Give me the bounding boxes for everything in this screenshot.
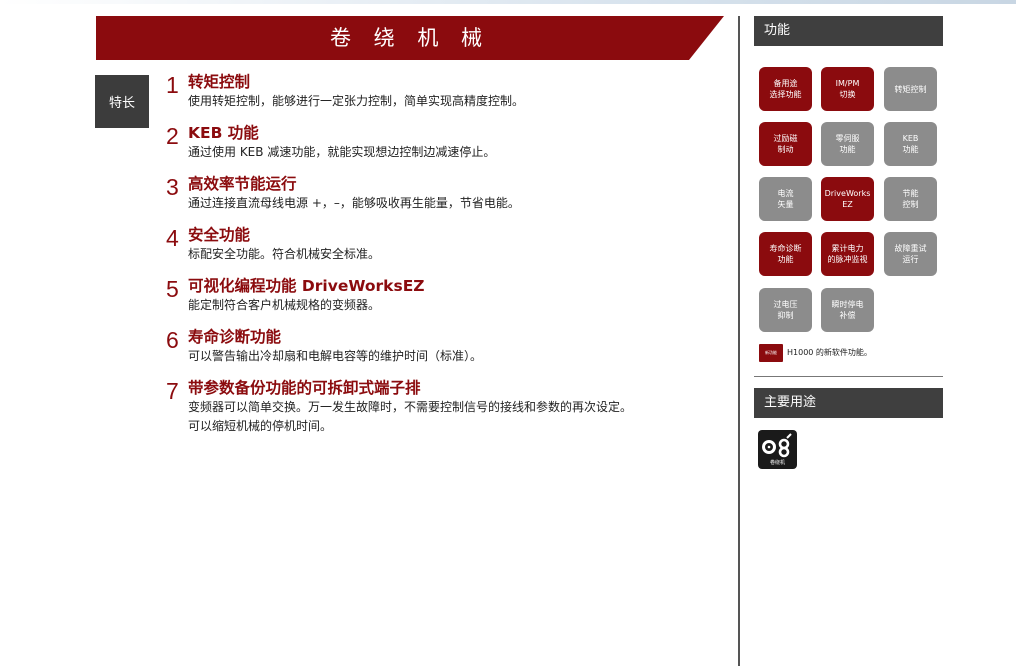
function-tile: 故障重试 运行 bbox=[884, 232, 937, 276]
feature-description: 可以警告输出冷却扇和电解电容等的维护时间（标准）。 bbox=[188, 349, 483, 363]
feature-item: 3 高效率节能运行 通过连接直流母线电源 +，–，能够吸收再生能量，节省电能。 bbox=[166, 174, 706, 213]
feature-tag: 特长 bbox=[95, 75, 149, 128]
feature-number: 7 bbox=[166, 378, 179, 404]
feature-title: KEB 功能 bbox=[188, 124, 259, 142]
function-tile: KEB 功能 bbox=[884, 122, 937, 166]
feature-title: 可视化编程功能 DriveWorksEZ bbox=[188, 277, 425, 295]
top-edge-line bbox=[0, 0, 1016, 4]
feature-number: 4 bbox=[166, 225, 179, 251]
function-tile: 节能 控制 bbox=[884, 177, 937, 221]
feature-item: 5 可视化编程功能 DriveWorksEZ 能定制符合客户机械规格的变频器。 bbox=[166, 276, 706, 315]
function-tile: 转矩控制 bbox=[884, 67, 937, 111]
function-tile: 电流 矢量 bbox=[759, 177, 812, 221]
feature-title: 寿命诊断功能 bbox=[188, 328, 282, 346]
function-tile: 过励磁 制动 bbox=[759, 122, 812, 166]
applications-header: 主要用途 bbox=[754, 388, 943, 418]
function-tile: DriveWorks EZ bbox=[821, 177, 874, 221]
feature-description: 通过连接直流母线电源 +，–，能够吸收再生能量，节省电能。 bbox=[188, 196, 520, 210]
winder-label: 卷绕机 bbox=[769, 460, 785, 466]
sidebar-rule bbox=[754, 376, 943, 377]
feature-item: 1 转矩控制 使用转矩控制，能够进行一定张力控制，简单实现高精度控制。 bbox=[166, 72, 706, 111]
feature-item: 7 带参数备份功能的可拆卸式端子排 变频器可以简单交换。万一发生故障时，不需要控… bbox=[166, 378, 706, 436]
feature-title: 带参数备份功能的可拆卸式端子排 bbox=[188, 379, 421, 397]
feature-number: 6 bbox=[166, 327, 179, 353]
feature-list: 1 转矩控制 使用转矩控制，能够进行一定张力控制，简单实现高精度控制。 2 KE… bbox=[166, 72, 706, 448]
feature-description: 使用转矩控制，能够进行一定张力控制，简单实现高精度控制。 bbox=[188, 94, 525, 108]
feature-description: 标配安全功能。符合机械安全标准。 bbox=[188, 247, 381, 261]
feature-number: 2 bbox=[166, 123, 179, 149]
function-tile: 备用途 选择功能 bbox=[759, 67, 812, 111]
function-tile: 寿命诊断 功能 bbox=[759, 232, 812, 276]
page-title: 卷 绕 机 械 bbox=[329, 26, 491, 50]
feature-description: 能定制符合客户机械规格的变频器。 bbox=[188, 298, 381, 312]
feature-item: 4 安全功能 标配安全功能。符合机械安全标准。 bbox=[166, 225, 706, 264]
feature-title: 高效率节能运行 bbox=[188, 175, 297, 193]
feature-title: 安全功能 bbox=[188, 226, 251, 244]
function-tile: 累计电力 的脉冲监视 bbox=[821, 232, 874, 276]
feature-number: 1 bbox=[166, 72, 179, 98]
feature-number: 3 bbox=[166, 174, 179, 200]
function-tile: 零伺服 功能 bbox=[821, 122, 874, 166]
functions-header: 功能 bbox=[754, 16, 943, 46]
column-divider bbox=[738, 16, 740, 666]
function-tile: IM/PM 切换 bbox=[821, 67, 874, 111]
function-tile: 瞬时停电 补偿 bbox=[821, 288, 874, 332]
feature-description: 变频器可以简单交换。万一发生故障时，不需要控制信号的接线和参数的再次设定。 bbox=[188, 400, 633, 414]
feature-item: 6 寿命诊断功能 可以警告输出冷却扇和电解电容等的维护时间（标准）。 bbox=[166, 327, 706, 366]
feature-description: 可以缩短机械的停机时间。 bbox=[188, 419, 333, 433]
new-function-swatch: 新功能 bbox=[759, 344, 783, 362]
legend-text: H1000 的新软件功能。 bbox=[787, 348, 872, 357]
feature-item: 2 KEB 功能 通过使用 KEB 减速功能，就能实现想边控制边减速停止。 bbox=[166, 123, 706, 162]
feature-description: 通过使用 KEB 减速功能，就能实现想边控制边减速停止。 bbox=[188, 145, 496, 159]
function-tile: 过电压 抑制 bbox=[759, 288, 812, 332]
feature-number: 5 bbox=[166, 276, 179, 302]
feature-title: 转矩控制 bbox=[188, 73, 251, 91]
